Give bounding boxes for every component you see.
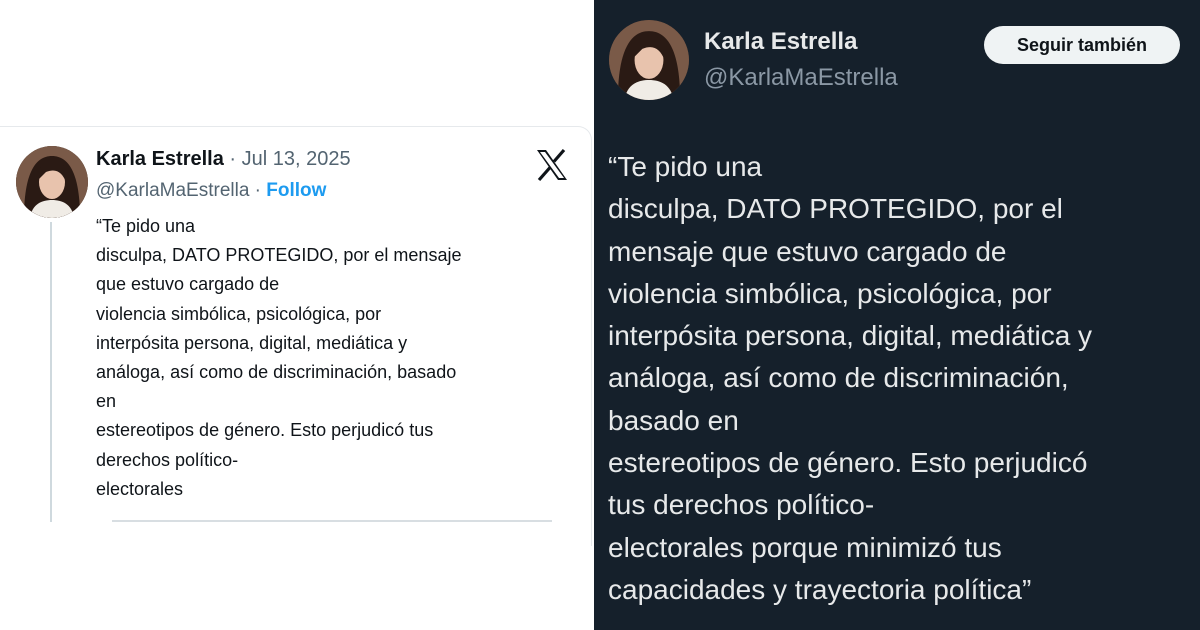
tweet-line: disculpa, DATO PROTEGIDO, por el mensaje (96, 245, 462, 266)
tweet-line: mensaje que estuvo cargado de (608, 235, 1007, 267)
avatar-photo-icon (609, 20, 689, 100)
light-avatar[interactable] (16, 146, 88, 218)
tweet-line: electorales (96, 478, 184, 499)
tweet-line: análoga, así como de discriminación, (608, 362, 1069, 394)
light-author-name[interactable]: Karla Estrella (96, 148, 224, 170)
divider (112, 520, 552, 522)
dark-author-handle[interactable]: @KarlaMaEstrella (704, 64, 898, 92)
thread-line (50, 222, 52, 522)
tweet-line: electorales porque minimizó tus (608, 531, 1002, 563)
tweet-line: “Te pido una (608, 151, 763, 182)
tweet-line: en (96, 391, 117, 412)
follow-button[interactable]: Follow (266, 180, 326, 201)
seguir-tambien-button[interactable]: Seguir también (984, 26, 1180, 64)
tweet-line: derechos político- (96, 449, 239, 470)
light-tweet-text: “Te pido una disculpa, DATO PROTEGIDO, p… (96, 212, 576, 504)
dark-author-name[interactable]: Karla Estrella (704, 28, 857, 56)
tweet-line: capacidades y trayectoria política” (608, 573, 1032, 605)
tweet-line: tus derechos político- (608, 489, 875, 521)
tweet-line: “Te pido una (96, 216, 196, 236)
dark-avatar[interactable] (609, 20, 689, 100)
tweet-line: violencia simbólica, psicológica, por (96, 303, 382, 324)
tweet-line: interpósita persona, digital, mediática … (96, 332, 408, 353)
tweet-line: análoga, así como de discriminación, bas… (96, 362, 457, 383)
dark-tweet-panel: Karla Estrella @KarlaMaEstrella Seguir t… (594, 0, 1200, 630)
tweet-line: disculpa, DATO PROTEGIDO, por el (608, 193, 1063, 225)
dark-tweet-text: “Te pido una disculpa, DATO PROTEGIDO, p… (608, 146, 1188, 611)
light-author-handle[interactable]: @KarlaMaEstrella · (96, 180, 261, 201)
light-handle-row: @KarlaMaEstrella · Follow (96, 180, 326, 202)
tweet-line: basado en (608, 404, 739, 436)
tweet-line: que estuvo cargado de (96, 274, 280, 295)
x-logo-icon[interactable] (534, 147, 570, 183)
tweet-line: estereotipos de género. Esto perjudicó (608, 447, 1088, 479)
tweet-line: violencia simbólica, psicológica, por (608, 277, 1052, 309)
avatar-photo-icon (16, 146, 88, 218)
tweet-line: estereotipos de género. Esto perjudicó t… (96, 420, 434, 441)
light-author-row: Karla Estrella · Jul 13, 2025 (96, 148, 351, 171)
light-tweet-date[interactable]: · Jul 13, 2025 (229, 148, 350, 170)
tweet-line: interpósita persona, digital, mediática … (608, 320, 1093, 352)
